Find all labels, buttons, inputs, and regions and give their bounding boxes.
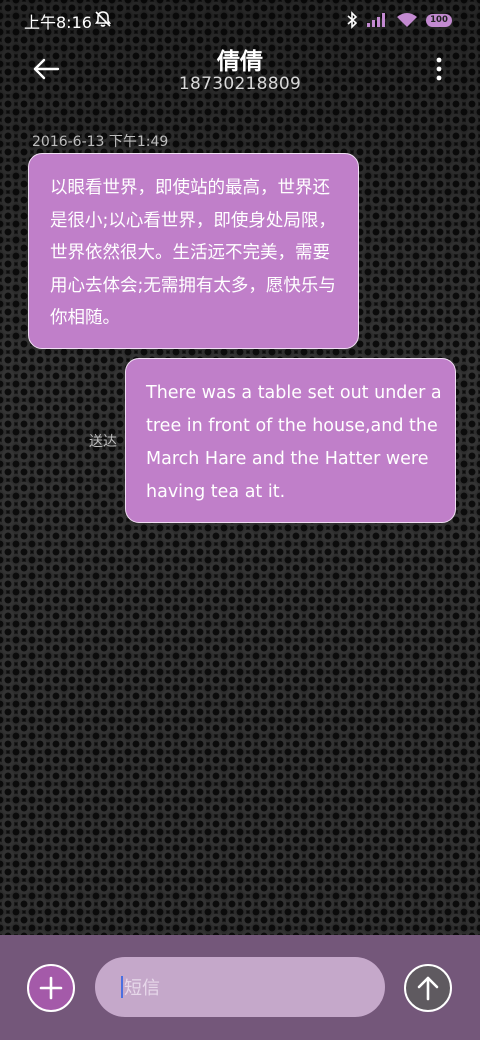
notifications-off-icon (94, 11, 112, 27)
more-options-icon[interactable] (434, 56, 444, 82)
incoming-message-bubble[interactable]: 以眼看世界，即使站的最高，世界还是很小;以心看世界，即使身处局限，世界依然很大。… (28, 153, 359, 349)
message-text: 以眼看世界，即使站的最高，世界还是很小;以心看世界，即使身处局限，世界依然很大。… (50, 178, 336, 328)
status-time: 上午8:16 (24, 13, 92, 32)
phone-number: 18730218809 (178, 74, 302, 94)
add-attachment-button[interactable] (27, 964, 75, 1012)
text-cursor (121, 976, 123, 998)
message-input[interactable]: 短信 (95, 957, 385, 1017)
battery-indicator: 100 (426, 13, 452, 27)
plus-icon (39, 976, 63, 1000)
message-input-placeholder: 短信 (124, 978, 160, 999)
signal-icon (367, 13, 385, 27)
wifi-icon (397, 13, 417, 27)
bluetooth-icon (347, 11, 358, 29)
outgoing-message-bubble[interactable]: There was a table set out under a tree i… (125, 358, 456, 523)
message-timestamp: 2016-6-13 下午1:49 (32, 134, 169, 150)
delivery-status: 送达 (89, 434, 117, 450)
arrow-up-icon (417, 976, 439, 1001)
status-bar: 上午8:16 100 (0, 0, 480, 40)
conversation-header: 倩倩 18730218809 (0, 40, 480, 110)
send-button[interactable] (404, 964, 452, 1012)
contact-name: 倩倩 (217, 49, 263, 75)
message-text: There was a table set out under a tree i… (146, 383, 442, 502)
